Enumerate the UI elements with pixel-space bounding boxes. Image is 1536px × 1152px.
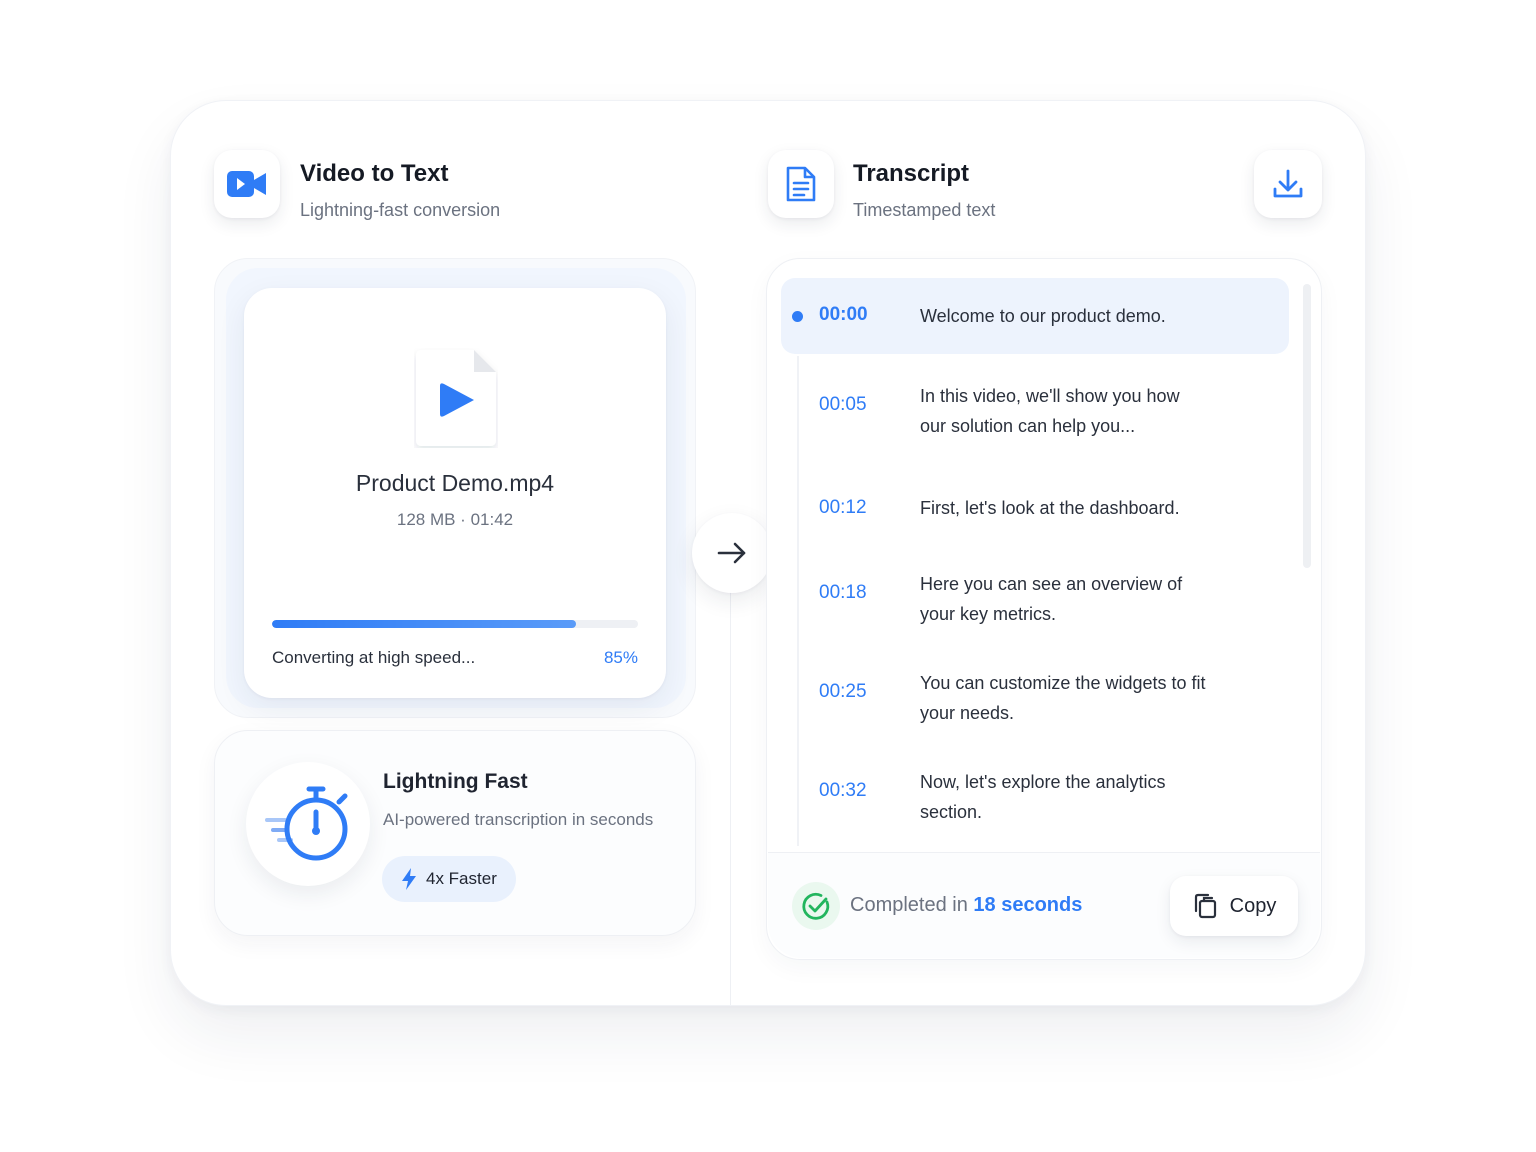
- speed-title: Lightning Fast: [383, 770, 528, 793]
- transcript-text: In this video, we'll show you how our so…: [920, 386, 1180, 436]
- transcript-text: Now, let's explore the analytics section…: [920, 772, 1166, 822]
- transcript-scrollbar[interactable]: [1303, 284, 1311, 568]
- transcript-text: You can customize the widgets to fit you…: [920, 673, 1206, 723]
- transcript-title: Transcript: [853, 160, 970, 187]
- transcript-timestamp[interactable]: 00:25: [819, 681, 867, 703]
- convert-arrow: [692, 513, 772, 593]
- completion-status-badge: [792, 882, 840, 930]
- download-button[interactable]: [1254, 150, 1322, 218]
- speed-badge: 4x Faster: [382, 856, 516, 902]
- transcript-text: Here you can see an overview of your key…: [920, 574, 1183, 624]
- progress-status: Converting at high speed...: [272, 648, 476, 667]
- progress-bar: [272, 620, 638, 628]
- speed-subtitle: AI-powered transcription in seconds: [383, 810, 654, 829]
- download-icon: [1273, 169, 1303, 198]
- transcript-text: Welcome to our product demo.: [920, 306, 1166, 326]
- transcript-timestamp[interactable]: 00:00: [819, 304, 868, 326]
- converter-title: Video to Text: [300, 160, 449, 187]
- converter-subtitle: Lightning-fast conversion: [300, 200, 501, 220]
- file-meta: 128 MB · 01:42: [396, 510, 514, 529]
- stopwatch-badge: [246, 762, 370, 886]
- transcript-timestamp[interactable]: 00:05: [819, 394, 867, 416]
- transcript-timestamp[interactable]: 00:32: [819, 780, 867, 802]
- video-file-play-icon: [416, 350, 496, 446]
- copy-button[interactable]: Copy: [1170, 876, 1298, 936]
- document-icon: [786, 166, 816, 202]
- transcript-timestamp[interactable]: 00:12: [819, 497, 867, 519]
- completion-duration: 18 seconds: [973, 894, 1083, 916]
- document-icon-tile: [768, 150, 834, 218]
- progress-percent: 85%: [603, 648, 638, 667]
- stopwatch-icon: [265, 786, 348, 861]
- completion-prefix: Completed in: [850, 894, 974, 916]
- video-icon-tile: [214, 150, 280, 218]
- copy-icon: [1194, 893, 1216, 919]
- transcript-timeline: [797, 356, 799, 846]
- check-circle-icon: [802, 892, 830, 920]
- active-row-indicator: [792, 311, 803, 322]
- arrow-right-icon: [717, 542, 746, 564]
- progress-bar-fill: [272, 620, 576, 628]
- video-camera-icon: [227, 171, 266, 197]
- transcript-timestamp[interactable]: 00:18: [819, 582, 867, 604]
- column-divider: [730, 560, 731, 1005]
- transcript-subtitle: Timestamped text: [853, 200, 996, 220]
- completion-status: Completed in 18 seconds: [850, 894, 1082, 917]
- lightning-bolt-icon: [402, 868, 416, 890]
- transcript-text: First, let's look at the dashboard.: [920, 498, 1180, 518]
- file-name: Product Demo.mp4: [355, 470, 555, 496]
- speed-badge-label: 4x Faster: [426, 869, 497, 888]
- copy-button-label: Copy: [1229, 894, 1277, 917]
